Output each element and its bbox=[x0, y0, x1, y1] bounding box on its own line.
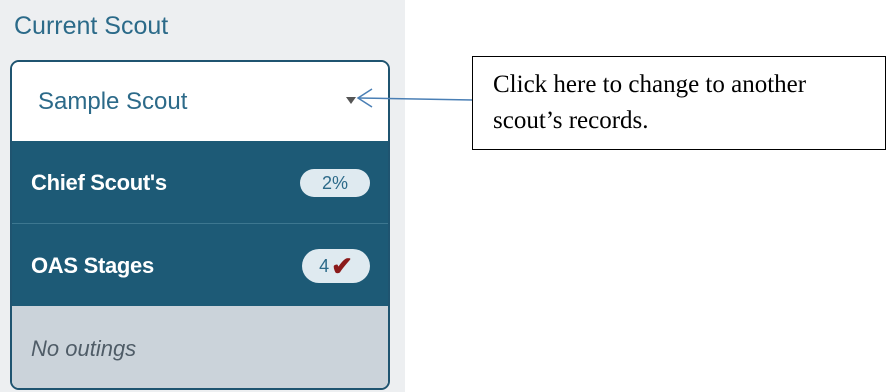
stages-badge: 4 ✔ bbox=[302, 249, 370, 283]
scout-select-dropdown[interactable]: Sample Scout bbox=[12, 62, 388, 141]
selected-scout-name: Sample Scout bbox=[38, 88, 188, 115]
callout-text: Click here to change to another scout’s … bbox=[493, 71, 807, 134]
outings-label: No outings bbox=[31, 336, 137, 361]
progress-badge: 2% bbox=[300, 169, 370, 197]
outings-item[interactable]: No outings bbox=[12, 306, 388, 388]
callout-arrow bbox=[356, 88, 474, 108]
nav-item-chief-scouts[interactable]: Chief Scout's 2% bbox=[12, 141, 388, 223]
current-scout-panel: Current Scout Sample Scout Chief Scout's… bbox=[0, 0, 405, 392]
nav-item-label: OAS Stages bbox=[31, 253, 154, 278]
panel-title: Current Scout bbox=[14, 12, 169, 40]
nav-item-oas-stages[interactable]: OAS Stages 4 ✔ bbox=[12, 224, 388, 306]
progress-badge-value: 2% bbox=[321, 172, 348, 193]
nav-item-label: Chief Scout's bbox=[31, 170, 167, 195]
checkmark-icon: ✔ bbox=[331, 251, 353, 281]
scout-card: Sample Scout Chief Scout's 2% OAS Stages… bbox=[10, 60, 390, 390]
stages-badge-count: 4 bbox=[319, 255, 330, 276]
annotation-callout: Click here to change to another scout’s … bbox=[472, 56, 886, 150]
